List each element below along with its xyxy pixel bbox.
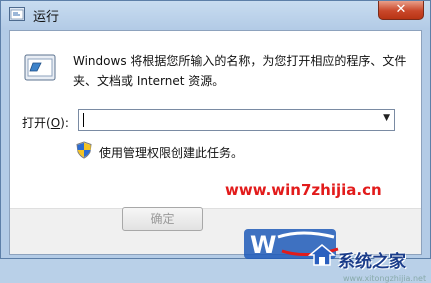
svg-text:W: W (250, 231, 276, 259)
dialog-client-area: Windows 将根据您所输入的名称，为您打开相应的程序、文件夹、文档或 Int… (9, 30, 426, 283)
close-icon: ✕ (395, 2, 407, 17)
text-caret (83, 113, 84, 127)
uac-shield-icon (76, 141, 92, 159)
open-combobox[interactable]: ▼ (78, 109, 395, 131)
admin-privilege-text: 使用管理权限创建此任务。 (99, 146, 244, 160)
ok-button[interactable]: 确定 (122, 207, 203, 231)
window-title: 运行 (33, 10, 60, 25)
watermark-url: www.win7zhijia.cn (225, 181, 382, 199)
open-label: 打开(O): (22, 116, 69, 130)
run-app-icon (9, 7, 25, 21)
title-bar[interactable]: 运行 ✕ (1, 1, 430, 29)
dialog-description: Windows 将根据您所输入的名称，为您打开相应的程序、文件夹、文档或 Int… (73, 54, 407, 88)
run-dialog-window: 运行 ✕ Windows 将根据您所输入的名称，为您打开相应的程序、文件夹、文档… (0, 0, 431, 283)
dropdown-arrow-icon[interactable]: ▼ (383, 113, 390, 123)
watermark-site-url: www.xitongzhijia.net (343, 274, 427, 283)
watermark-home-icon (308, 244, 336, 266)
run-program-icon (24, 54, 56, 81)
watermark-site-name: 系统之家 (338, 252, 406, 272)
close-button[interactable]: ✕ (378, 1, 424, 20)
